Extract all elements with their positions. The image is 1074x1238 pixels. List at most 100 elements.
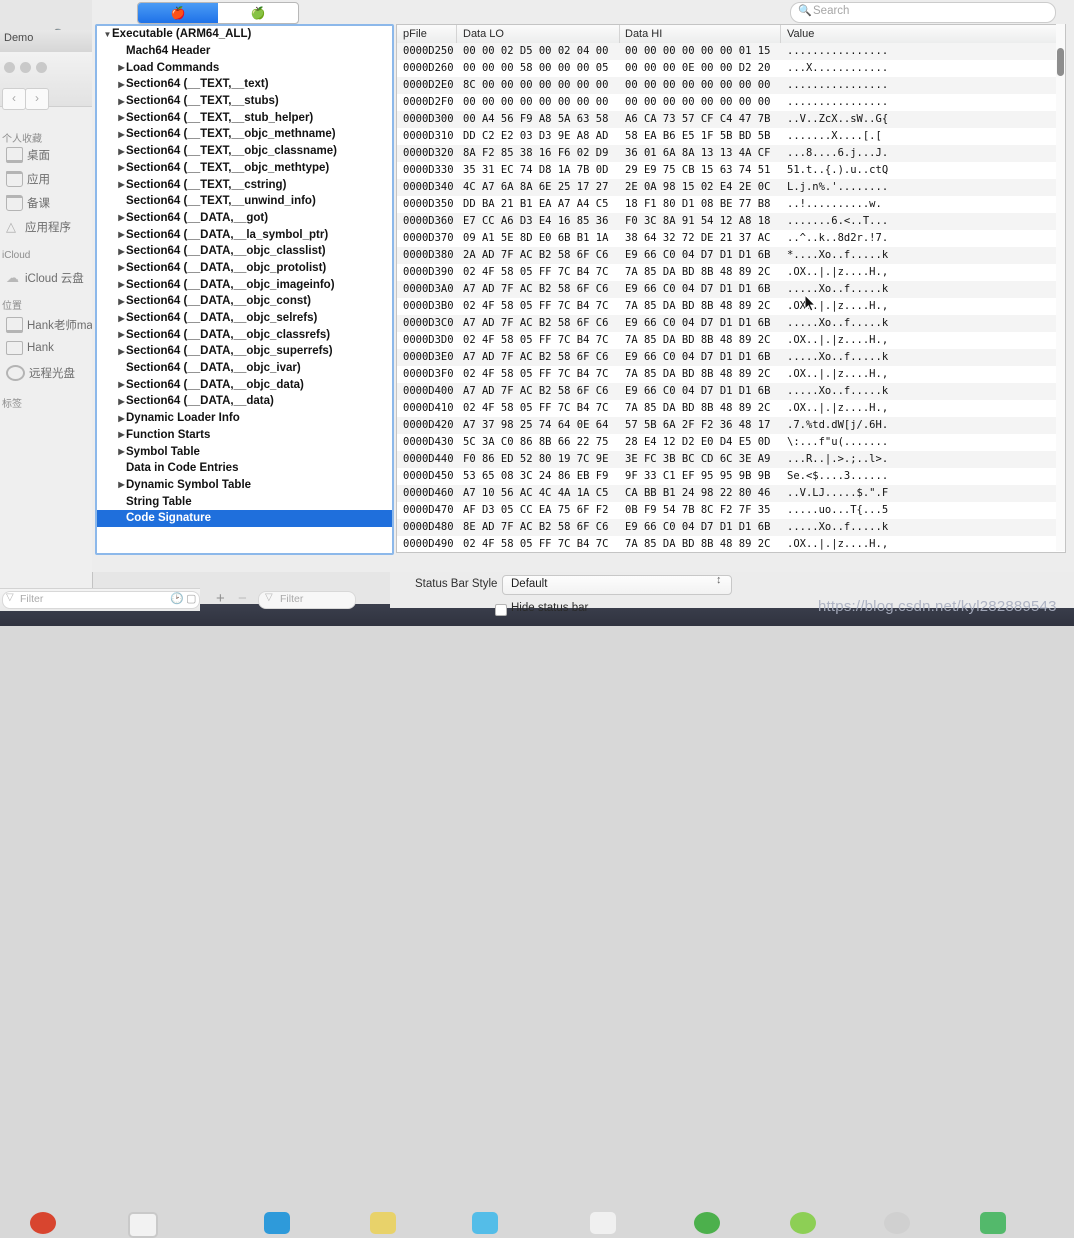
tree-item[interactable]: ▶Section64 (__DATA,__objc_protolist) [97,260,392,277]
structure-tree-panel[interactable]: ▼Executable (ARM64_ALL)Mach64 Header▶Loa… [95,24,394,555]
tree-item[interactable]: ▶Section64 (__DATA,__got) [97,210,392,227]
column-divider[interactable] [780,25,781,43]
hex-row[interactable]: 0000D4808E AD 7F AC B2 58 6F C6E9 66 C0 … [397,519,1065,536]
finder-item-lessons[interactable]: 备课 [6,195,50,211]
tree-item[interactable]: ▶Section64 (__TEXT,__objc_methname) [97,126,392,143]
disclosure-triangle-closed-icon[interactable]: ▶ [117,430,126,439]
tree-item[interactable]: ▶Section64 (__TEXT,__text) [97,76,392,93]
hex-row[interactable]: 0000D45053 65 08 3C 24 86 EB F99F 33 C1 … [397,468,1065,485]
disclosure-triangle-closed-icon[interactable]: ▶ [117,180,126,189]
minimize-button[interactable] [20,62,31,73]
hex-row[interactable]: 0000D2E08C 00 00 00 00 00 00 0000 00 00 … [397,77,1065,94]
finder-item-icloud[interactable]: ☁ iCloud 云盘 [6,270,84,286]
tree-item[interactable]: ▶Section64 (__DATA,__objc_imageinfo) [97,276,392,293]
dock-icon[interactable] [472,1212,498,1234]
tree-item[interactable]: ▶Section64 (__DATA,__objc_classlist) [97,243,392,260]
hex-row[interactable]: 0000D26000 00 00 58 00 00 00 0500 00 00 … [397,60,1065,77]
segment-red-apple[interactable]: 🍎 [138,3,218,23]
finder-item-apps[interactable]: △ 应用程序 [6,219,71,235]
dock-icon[interactable] [264,1212,290,1234]
tree-item-selected[interactable]: Code Signature [97,510,392,527]
hex-row[interactable]: 0000D350DD BA 21 B1 EA A7 A4 C518 F1 80 … [397,196,1065,213]
tree-list[interactable]: ▼Executable (ARM64_ALL)Mach64 Header▶Loa… [97,26,392,553]
hex-row[interactable]: 0000D37009 A1 5E 8D E0 6B B1 1A38 64 32 … [397,230,1065,247]
hex-row[interactable]: 0000D25000 00 02 D5 00 02 04 0000 00 00 … [397,43,1065,60]
hex-row[interactable]: 0000D400A7 AD 7F AC B2 58 6F C6E9 66 C0 … [397,383,1065,400]
disclosure-triangle-closed-icon[interactable]: ▶ [117,113,126,122]
disclosure-triangle-closed-icon[interactable]: ▶ [117,97,126,106]
dock-icon[interactable] [884,1212,910,1234]
tree-item[interactable]: ▶Dynamic Symbol Table [97,477,392,494]
tree-item[interactable]: Data in Code Entries [97,460,392,477]
hex-row[interactable]: 0000D49002 4F 58 05 FF 7C B4 7C7A 85 DA … [397,536,1065,553]
disclosure-triangle-closed-icon[interactable]: ▶ [117,213,126,222]
disclosure-triangle-closed-icon[interactable]: ▶ [117,230,126,239]
finder-item-mac[interactable]: Hank老师mac [6,317,99,333]
disclosure-triangle-closed-icon[interactable]: ▶ [117,414,126,423]
column-header-data-hi[interactable]: Data HI [625,28,662,40]
close-button[interactable] [4,62,15,73]
hex-row[interactable]: 0000D3802A AD 7F AC B2 58 6F C6E9 66 C0 … [397,247,1065,264]
finder-item-hank[interactable]: Hank [6,341,54,355]
hex-row[interactable]: 0000D440F0 86 ED 52 80 19 7C 9E3E FC 3B … [397,451,1065,468]
tree-item[interactable]: Section64 (__DATA,__objc_ivar) [97,360,392,377]
hex-scrollbar-thumb[interactable] [1057,48,1064,76]
tree-item[interactable]: ▶Section64 (__TEXT,__stub_helper) [97,109,392,126]
finder-item-applications[interactable]: 应用 [6,171,50,187]
column-divider[interactable] [456,25,457,43]
disclosure-triangle-closed-icon[interactable]: ▶ [117,163,126,172]
disclosure-triangle-closed-icon[interactable]: ▶ [117,263,126,272]
disclosure-triangle-closed-icon[interactable]: ▶ [117,380,126,389]
column-header-value[interactable]: Value [787,28,814,40]
dock-icon[interactable] [370,1212,396,1234]
tree-item[interactable]: String Table [97,493,392,510]
nav-back-button[interactable]: ‹ [2,88,26,110]
tree-item[interactable]: ▶Dynamic Loader Info [97,410,392,427]
tree-item[interactable]: ▶Function Starts [97,427,392,444]
tree-item[interactable]: ▶Section64 (__TEXT,__cstring) [97,176,392,193]
disclosure-triangle-closed-icon[interactable]: ▶ [117,247,126,256]
tree-item[interactable]: ▶Section64 (__TEXT,__objc_methtype) [97,160,392,177]
segment-gray-apple[interactable]: 🍏 [218,3,298,23]
hex-row[interactable]: 0000D360E7 CC A6 D3 E4 16 85 36F0 3C 8A … [397,213,1065,230]
tree-item[interactable]: ▶Section64 (__DATA,__objc_selrefs) [97,310,392,327]
disclosure-triangle-closed-icon[interactable]: ▶ [117,447,126,456]
dock-icon[interactable] [980,1212,1006,1234]
tree-item[interactable]: ▶Load Commands [97,59,392,76]
hex-row[interactable]: 0000D3F002 4F 58 05 FF 7C B4 7C7A 85 DA … [397,366,1065,383]
tree-item[interactable]: ▶Symbol Table [97,443,392,460]
disclosure-triangle-closed-icon[interactable]: ▶ [117,280,126,289]
dock-icon[interactable] [790,1212,816,1234]
chevron-updown-icon[interactable]: ↕ [716,576,722,585]
hex-row[interactable]: 0000D41002 4F 58 05 FF 7C B4 7C7A 85 DA … [397,400,1065,417]
disclosure-triangle-closed-icon[interactable]: ▶ [117,297,126,306]
tree-item[interactable]: ▶Section64 (__TEXT,__stubs) [97,93,392,110]
finder-item-desktop[interactable]: 桌面 [6,147,50,163]
maximize-button[interactable] [36,62,47,73]
add-button[interactable]: + [216,590,225,607]
disclosure-triangle-closed-icon[interactable]: ▶ [117,63,126,72]
column-header-pfile[interactable]: pFile [403,28,427,40]
hide-status-bar-checkbox[interactable] [495,604,507,616]
disclosure-triangle-closed-icon[interactable]: ▶ [117,314,126,323]
tree-item[interactable]: Mach64 Header [97,43,392,60]
tree-item[interactable]: ▶Section64 (__DATA,__objc_classrefs) [97,326,392,343]
column-header-data-lo[interactable]: Data LO [463,28,504,40]
disclosure-triangle-closed-icon[interactable]: ▶ [117,130,126,139]
hex-row[interactable]: 0000D2F000 00 00 00 00 00 00 0000 00 00 … [397,94,1065,111]
dock-icon[interactable] [694,1212,720,1234]
hex-table-panel[interactable]: pFile Data LO Data HI Value 0000D25000 0… [396,24,1066,553]
tree-item[interactable]: ▶Section64 (__DATA,__data) [97,393,392,410]
hex-row[interactable]: 0000D3D002 4F 58 05 FF 7C B4 7C7A 85 DA … [397,332,1065,349]
disclosure-triangle-closed-icon[interactable]: ▶ [117,330,126,339]
view-segmented-control[interactable]: 🍎 🍏 [137,2,299,24]
dock-icon[interactable] [128,1212,158,1238]
remove-button[interactable]: − [238,590,247,607]
hex-row[interactable]: 0000D3A0A7 AD 7F AC B2 58 6F C6E9 66 C0 … [397,281,1065,298]
hex-row[interactable]: 0000D3B002 4F 58 05 FF 7C B4 7C7A 85 DA … [397,298,1065,315]
column-divider[interactable] [619,25,620,43]
disclosure-triangle-closed-icon[interactable]: ▶ [117,347,126,356]
hex-row[interactable]: 0000D3E0A7 AD 7F AC B2 58 6F C6E9 66 C0 … [397,349,1065,366]
hex-row[interactable]: 0000D3404C A7 6A 8A 6E 25 17 272E 0A 98 … [397,179,1065,196]
tree-item[interactable]: ▶Section64 (__DATA,__objc_data) [97,376,392,393]
